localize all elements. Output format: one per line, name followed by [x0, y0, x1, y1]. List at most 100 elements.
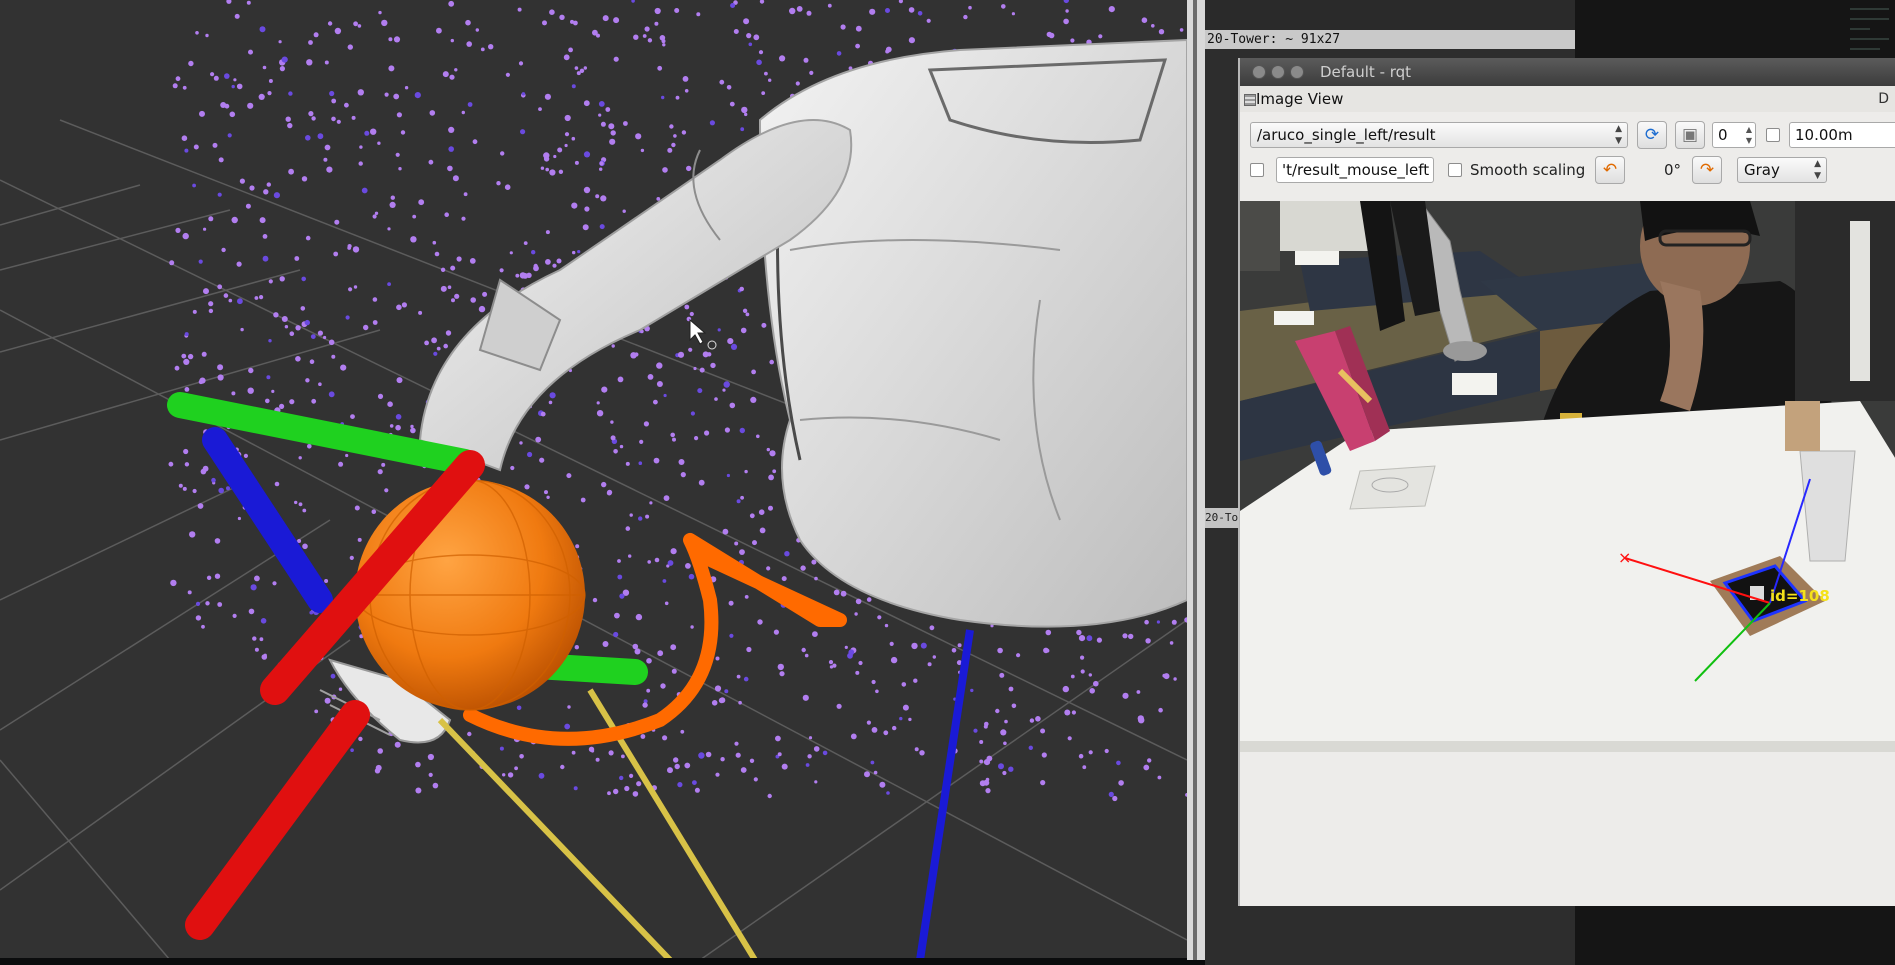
terminal-side-tab[interactable]: 20-To — [1205, 508, 1239, 528]
cloud-point — [1088, 750, 1093, 755]
rviz-3d-viewport[interactable] — [0, 0, 1187, 958]
cloud-point — [1001, 4, 1006, 9]
cloud-point — [560, 764, 565, 770]
cloud-point — [688, 573, 695, 580]
smooth-scaling-checkbox[interactable] — [1448, 163, 1462, 177]
topic-dropdown[interactable]: /aruco_single_left/result ▲ ▼ — [1250, 122, 1628, 148]
cloud-point — [432, 240, 437, 245]
cloud-point — [201, 624, 205, 629]
cloud-point — [193, 144, 199, 150]
cloud-point — [518, 61, 524, 66]
cloud-point — [288, 91, 293, 96]
refresh-topics-button[interactable]: ⟳ — [1637, 121, 1667, 149]
cloud-point — [353, 21, 358, 27]
rviz-splitter[interactable] — [1193, 0, 1197, 960]
cloud-point — [634, 648, 641, 655]
cloud-point — [203, 288, 209, 295]
cloud-point — [734, 541, 739, 546]
cloud-point — [639, 439, 644, 444]
max-depth-checkbox[interactable] — [1766, 128, 1780, 142]
cloud-point — [647, 560, 651, 564]
cloud-point — [608, 750, 614, 756]
cloud-point — [564, 114, 571, 122]
topic-value: /aruco_single_left/result — [1257, 126, 1436, 144]
cloud-point — [890, 656, 898, 664]
cloud-point — [809, 70, 814, 75]
cloud-point — [351, 115, 356, 120]
cloud-point — [231, 216, 238, 224]
cloud-point — [617, 559, 621, 563]
cloud-point — [1173, 677, 1177, 681]
mouse-topic-field[interactable]: 't/result_mouse_left — [1276, 157, 1434, 183]
cloud-point — [414, 92, 421, 99]
cloud-point — [1000, 729, 1007, 736]
cloud-point — [733, 29, 739, 34]
cloud-point — [273, 312, 279, 318]
cloud-point — [640, 148, 645, 153]
cloud-point — [902, 704, 909, 711]
cloud-point — [800, 565, 806, 571]
cloud-point — [267, 91, 272, 96]
cloud-point — [182, 232, 189, 240]
cloud-point — [432, 782, 439, 789]
cloud-point — [463, 192, 468, 197]
cloud-point — [680, 472, 686, 478]
svg-text:×: × — [1618, 548, 1631, 567]
cloud-point — [448, 0, 455, 7]
cloud-point — [672, 437, 676, 442]
cloud-point — [327, 21, 333, 26]
mouse-publish-checkbox[interactable] — [1250, 163, 1264, 177]
cloud-point — [653, 457, 660, 464]
cloud-point — [429, 110, 436, 116]
cloud-point — [287, 122, 293, 129]
color-scheme-dropdown[interactable]: Gray ▲ ▼ — [1737, 157, 1827, 183]
cloud-point — [1098, 34, 1103, 39]
cloud-point — [692, 780, 697, 785]
cloud-point — [599, 224, 605, 230]
cloud-point — [228, 298, 233, 303]
cloud-point — [1035, 716, 1041, 722]
cloud-point — [467, 731, 472, 737]
cloud-point — [444, 212, 450, 217]
cloud-point — [768, 474, 774, 481]
cloud-point — [271, 389, 275, 393]
cloud-point — [750, 396, 757, 403]
cloud-point — [908, 717, 912, 722]
panel-grip-icon[interactable] — [1244, 94, 1256, 106]
cloud-point — [396, 112, 402, 118]
cloud-point — [318, 382, 322, 387]
cloud-point — [218, 157, 224, 163]
cloud-point — [840, 590, 847, 597]
cloud-point — [802, 694, 809, 701]
cloud-point — [545, 259, 551, 265]
cloud-point — [756, 434, 760, 439]
number-spinbox[interactable]: 0 ▲ ▼ — [1712, 122, 1756, 148]
cloud-point — [400, 130, 406, 135]
maximize-button[interactable] — [1290, 65, 1304, 79]
dock-button[interactable]: D — [1878, 91, 1889, 107]
rotate-right-button[interactable]: ↷ — [1692, 156, 1722, 184]
cloud-point — [448, 126, 455, 133]
cloud-point — [970, 688, 974, 693]
camera-image-view[interactable]: × id=108 — [1240, 201, 1895, 752]
rotate-left-button[interactable]: ↶ — [1595, 156, 1625, 184]
cloud-point — [582, 224, 589, 231]
cloud-point — [717, 328, 721, 332]
minimize-button[interactable] — [1271, 65, 1285, 79]
cloud-point — [1122, 633, 1128, 639]
cloud-point — [855, 670, 860, 675]
cloud-point — [625, 526, 631, 531]
cloud-point — [333, 251, 339, 257]
close-button[interactable] — [1252, 65, 1266, 79]
rqt-titlebar[interactable]: Default - rqt — [1240, 58, 1895, 86]
cloud-point — [583, 66, 587, 70]
cloud-point — [898, 0, 903, 4]
cloud-point — [675, 95, 680, 100]
save-image-button[interactable]: ▣ — [1675, 121, 1705, 149]
cloud-point — [504, 184, 511, 190]
max-depth-field[interactable]: 10.00m — [1789, 122, 1895, 148]
terminal-title-bar[interactable]: 20-Tower: ~ 91x27 — [1205, 30, 1575, 49]
cloud-point — [979, 740, 984, 744]
cloud-point — [917, 11, 923, 16]
cloud-point — [1112, 795, 1118, 802]
